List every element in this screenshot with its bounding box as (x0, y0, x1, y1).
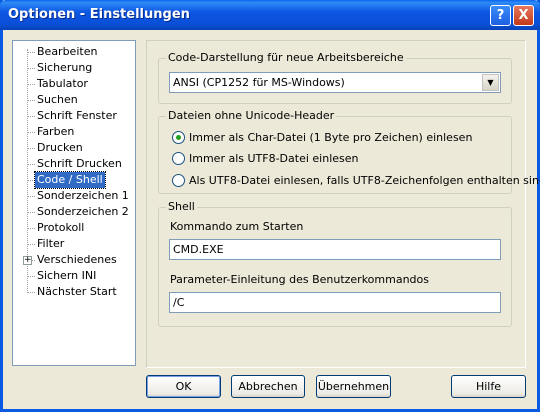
tree-connector (27, 292, 35, 293)
tree-item-drucken[interactable]: Drucken (35, 140, 85, 156)
code-dropdown-value: ANSI (CP1252 für MS-Windows) (173, 76, 345, 89)
tree-item-nächster-start[interactable]: Nächster Start (35, 284, 119, 300)
options-tree[interactable]: Bearbeiten Sicherung Tabulator Suchen Schrif… (12, 40, 136, 366)
tree-connector (27, 52, 35, 53)
tree-item-filter[interactable]: Filter (35, 236, 66, 252)
tree-connector (27, 212, 35, 213)
tree-connector (27, 116, 35, 117)
tree-item-code-shell[interactable]: Code / Shell (34, 171, 106, 189)
cancel-button[interactable]: Abbrechen (231, 375, 305, 398)
tree-expander-icon[interactable]: + (23, 256, 32, 265)
radio-utf8-if-present-label: Als UTF8-Datei einlesen, falls UTF8-Zeic… (189, 174, 540, 187)
code-dropdown[interactable]: ANSI (CP1252 für MS-Windows) ▼ (169, 72, 501, 93)
param-input[interactable]: /C (169, 292, 501, 313)
tree-item-schrift-drucken[interactable]: Schrift Drucken (35, 156, 124, 172)
ok-button[interactable]: OK (146, 375, 221, 398)
tree-connector (27, 276, 35, 277)
command-label: Kommando zum Starten (170, 220, 304, 233)
radio-char-file-indicator[interactable] (172, 131, 185, 144)
shell-group-title: Shell (166, 200, 197, 213)
tree-item-schrift-fenster[interactable]: Schrift Fenster (35, 108, 119, 124)
radio-char-file-label: Immer als Char-Datei (1 Byte pro Zeichen… (189, 131, 473, 144)
tree-connector (27, 196, 35, 197)
tree-connector (27, 180, 35, 181)
chevron-down-icon[interactable]: ▼ (482, 74, 499, 91)
tree-connector (27, 244, 35, 245)
tree-connector (27, 228, 35, 229)
radio-utf8-file-label: Immer als UTF8-Datei einlesen (189, 152, 359, 165)
tree-item-sichern-ini[interactable]: Sichern INI (35, 268, 98, 284)
tree-connector (27, 164, 35, 165)
tree-connector (27, 148, 35, 149)
tree-item-protokoll[interactable]: Protokoll (35, 220, 86, 236)
tree-item-tabulator[interactable]: Tabulator (35, 76, 90, 92)
tree-item-sicherung[interactable]: Sicherung (35, 60, 94, 76)
help-button[interactable]: Hilfe (451, 375, 526, 398)
radio-utf8-file-indicator[interactable] (172, 152, 185, 165)
tree-item-sonderzeichen-1[interactable]: Sonderzeichen 1 (35, 188, 131, 204)
help-icon[interactable]: ? (490, 5, 511, 26)
tree-item-suchen[interactable]: Suchen (35, 92, 80, 108)
tree-connector (27, 132, 35, 133)
tree-item-farben[interactable]: Farben (35, 124, 76, 140)
command-input[interactable]: CMD.EXE (169, 239, 501, 260)
radio-utf8-if-present-indicator[interactable] (172, 174, 185, 187)
unicode-group-title: Dateien ohne Unicode-Header (166, 109, 337, 122)
tree-connector (27, 68, 35, 69)
window-title: Optionen - Einstellungen (8, 7, 190, 22)
tree-item-verschiedenes[interactable]: Verschiedenes (35, 252, 119, 268)
title-bar[interactable]: Optionen - Einstellungen ? X (0, 0, 540, 30)
apply-button[interactable]: Übernehmen (316, 375, 391, 398)
code-group-title: Code-Darstellung für neue Arbeitsbereich… (166, 51, 406, 64)
param-label: Parameter-Einleitung des Benutzerkommand… (170, 273, 429, 286)
tree-item-sonderzeichen-2[interactable]: Sonderzeichen 2 (35, 204, 131, 220)
tree-item-bearbeiten[interactable]: Bearbeiten (35, 44, 99, 60)
tree-connector (27, 84, 35, 85)
close-icon[interactable]: X (513, 5, 534, 26)
tree-connector (27, 100, 35, 101)
